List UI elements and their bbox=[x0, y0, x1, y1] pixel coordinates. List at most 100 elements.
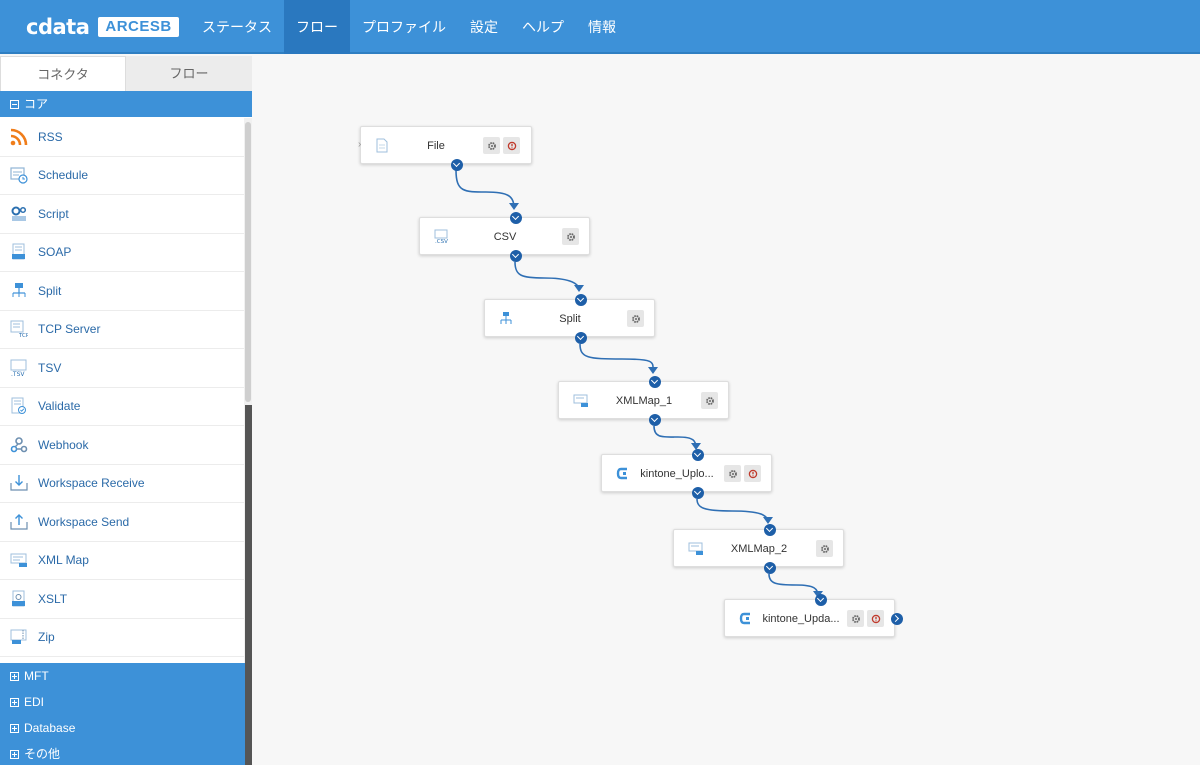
node-label: kintone_Upda... bbox=[762, 613, 840, 625]
connector-label: Script bbox=[38, 206, 69, 221]
connector-label: XML Map bbox=[38, 553, 89, 568]
node-label: XMLMap_1 bbox=[615, 395, 673, 407]
node-settings-button[interactable] bbox=[483, 137, 500, 154]
expand-icon bbox=[10, 724, 19, 733]
sidebar-tabs: コネクタ フロー bbox=[0, 56, 252, 91]
nav-status[interactable]: ステータス bbox=[190, 0, 284, 54]
connector-label: RSS bbox=[38, 129, 63, 144]
flow-node-xmlmap-1[interactable]: XMLMap_1 bbox=[558, 376, 729, 426]
connector-xslt[interactable]: XSLT bbox=[0, 580, 244, 619]
top-bar: cdata ARCESB ステータス フロー プロファイル 設定 ヘルプ 情報 bbox=[0, 0, 1200, 54]
node-settings-button[interactable] bbox=[724, 465, 741, 482]
node-settings-button[interactable] bbox=[847, 610, 864, 627]
nav-help[interactable]: ヘルプ bbox=[510, 0, 576, 54]
nav-flow[interactable]: フロー bbox=[284, 0, 350, 54]
expand-icon bbox=[10, 672, 19, 681]
section-mft-label: MFT bbox=[24, 669, 49, 683]
xmlmap-icon bbox=[688, 541, 703, 556]
arrowhead-icon bbox=[574, 285, 584, 292]
node-label: XMLMap_2 bbox=[730, 543, 788, 555]
output-port[interactable] bbox=[692, 487, 704, 499]
gear-icon bbox=[851, 614, 860, 623]
link-kintone1-xmlmap2 bbox=[696, 498, 769, 523]
flow-node-xmlmap-2[interactable]: XMLMap_2 bbox=[673, 524, 844, 574]
section-other[interactable]: その他 bbox=[0, 741, 252, 765]
send-icon bbox=[10, 513, 28, 531]
output-port[interactable] bbox=[764, 562, 776, 574]
connector-workspace-receive[interactable]: Workspace Receive bbox=[0, 465, 244, 503]
output-port[interactable] bbox=[451, 159, 463, 171]
xslt-icon bbox=[10, 590, 28, 608]
connector-split[interactable]: Split bbox=[0, 272, 244, 311]
node-label: Split bbox=[559, 313, 581, 325]
output-port[interactable] bbox=[891, 613, 903, 625]
nav-settings[interactable]: 設定 bbox=[458, 0, 510, 54]
script-icon bbox=[10, 205, 28, 223]
connector-schedule[interactable]: Schedule bbox=[0, 157, 244, 195]
kintone-icon bbox=[616, 466, 630, 481]
section-database[interactable]: Database bbox=[0, 715, 252, 741]
receive-icon bbox=[10, 474, 28, 492]
section-other-label: その他 bbox=[24, 747, 61, 761]
connector-validate[interactable]: Validate bbox=[0, 388, 244, 426]
connector-tcp-server[interactable]: TCP TCP Server bbox=[0, 311, 244, 349]
schedule-icon bbox=[10, 166, 28, 184]
output-port[interactable] bbox=[575, 332, 587, 344]
nav-info[interactable]: 情報 bbox=[576, 0, 628, 54]
connector-zip[interactable]: Zip bbox=[0, 619, 244, 657]
error-icon bbox=[871, 614, 880, 623]
tab-connectors[interactable]: コネクタ bbox=[0, 56, 126, 91]
output-port[interactable] bbox=[510, 250, 522, 262]
tsv-icon: .TSV bbox=[10, 359, 28, 377]
connector-script[interactable]: Script bbox=[0, 195, 244, 234]
node-error-button[interactable] bbox=[503, 137, 520, 154]
output-port[interactable] bbox=[649, 414, 661, 426]
tab-flows[interactable]: フロー bbox=[126, 56, 252, 91]
arrowhead-icon bbox=[763, 517, 773, 524]
flow-node-split[interactable]: Split bbox=[484, 294, 655, 344]
soap-icon bbox=[10, 243, 28, 261]
error-icon bbox=[748, 469, 757, 478]
brand-logo[interactable]: cdata ARCESB bbox=[26, 15, 179, 39]
sidebar-divider bbox=[245, 405, 252, 765]
connector-label: Zip bbox=[38, 630, 55, 645]
connector-rss[interactable]: RSS bbox=[0, 118, 244, 157]
node-settings-button[interactable] bbox=[627, 310, 644, 327]
arrowhead-icon bbox=[509, 203, 519, 210]
connector-xml-map[interactable]: XML Map bbox=[0, 542, 244, 580]
expand-icon bbox=[10, 750, 19, 759]
node-settings-button[interactable] bbox=[701, 392, 718, 409]
connector-label: XSLT bbox=[38, 591, 68, 606]
svg-text:.CSV: .CSV bbox=[435, 239, 448, 244]
node-settings-button[interactable] bbox=[816, 540, 833, 557]
flow-node-kintone-upload[interactable]: kintone_Uplo... bbox=[601, 449, 772, 499]
connector-label: Workspace Send bbox=[38, 514, 130, 529]
section-core[interactable]: コア bbox=[0, 91, 252, 117]
expand-icon bbox=[10, 698, 19, 707]
csv-icon: .CSV bbox=[434, 229, 448, 245]
brand-name: cdata bbox=[26, 15, 90, 39]
connector-workspace-send[interactable]: Workspace Send bbox=[0, 503, 244, 542]
section-core-label: コア bbox=[24, 97, 49, 111]
scrollbar-thumb[interactable] bbox=[245, 122, 251, 402]
flow-node-kintone-update[interactable]: kintone_Upda... bbox=[724, 594, 903, 637]
node-settings-button[interactable] bbox=[562, 228, 579, 245]
node-error-button[interactable] bbox=[867, 610, 884, 627]
node-error-button[interactable] bbox=[744, 465, 761, 482]
section-database-label: Database bbox=[24, 721, 76, 735]
connector-label: Schedule bbox=[38, 168, 89, 183]
connector-webhook[interactable]: Webhook bbox=[0, 426, 244, 465]
flow-node-csv[interactable]: .CSV CSV bbox=[419, 212, 590, 262]
nav-profile[interactable]: プロファイル bbox=[350, 0, 458, 54]
link-split-xmlmap1 bbox=[579, 343, 654, 373]
flow-canvas[interactable]: › File .CSV CSV Split XMLMap_1 kintone_U… bbox=[252, 56, 1200, 765]
xmlmap-icon bbox=[573, 393, 588, 408]
rss-icon bbox=[10, 128, 28, 146]
section-mft[interactable]: MFT bbox=[0, 663, 252, 689]
connector-soap[interactable]: SOAP bbox=[0, 234, 244, 272]
section-edi[interactable]: EDI bbox=[0, 689, 252, 715]
connector-tsv[interactable]: .TSV TSV bbox=[0, 349, 244, 388]
xmlmap-icon bbox=[10, 551, 28, 569]
connector-label: SOAP bbox=[38, 245, 72, 260]
flow-node-file[interactable]: › File bbox=[358, 126, 532, 171]
